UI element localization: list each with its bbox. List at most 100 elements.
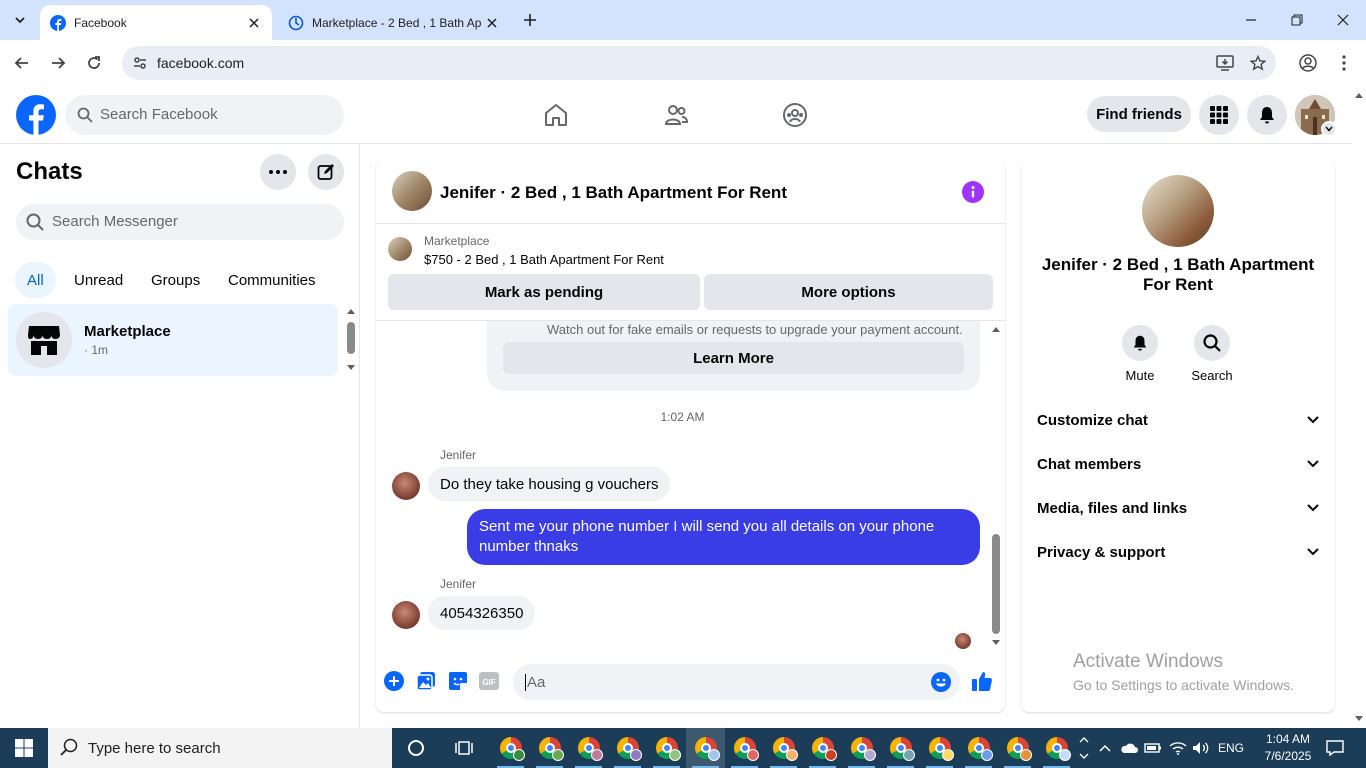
address-bar[interactable]: facebook.com (122, 46, 1276, 80)
filter-groups[interactable]: Groups (139, 262, 212, 298)
profile-button[interactable] (1296, 51, 1320, 75)
back-button[interactable] (10, 51, 34, 75)
taskbar-search-placeholder: Type here to search (88, 740, 221, 757)
taskbar-chrome-2[interactable] (530, 728, 569, 768)
close-tab-icon[interactable] (484, 15, 500, 31)
filter-all[interactable]: All (15, 262, 56, 298)
install-app-icon[interactable] (1213, 51, 1237, 75)
taskbar-chrome-7[interactable] (725, 728, 764, 768)
incoming-message[interactable]: Do they take housing g vouchers (428, 467, 671, 501)
conversation-info-button[interactable] (962, 181, 984, 203)
battery-icon[interactable] (1142, 728, 1164, 768)
filter-communities[interactable]: Communities (216, 262, 328, 298)
filter-unread[interactable]: Unread (62, 262, 135, 298)
like-button[interactable] (970, 669, 994, 693)
taskbar-chrome-8[interactable] (764, 728, 803, 768)
new-message-button[interactable] (308, 154, 344, 190)
restore-button[interactable] (1274, 0, 1320, 40)
emoji-icon[interactable] (931, 672, 951, 692)
close-window-button[interactable] (1320, 0, 1366, 40)
tab-search-button[interactable] (8, 8, 32, 32)
more-actions-button[interactable] (382, 669, 406, 693)
language-indicator[interactable]: ENG (1214, 728, 1248, 768)
facebook-favicon-icon (50, 14, 66, 31)
nav-home[interactable] (540, 100, 572, 130)
reload-button[interactable] (82, 51, 106, 75)
chat-options-button[interactable] (260, 154, 296, 190)
message-scrollbar[interactable] (989, 321, 1003, 651)
volume-icon[interactable] (1190, 728, 1212, 768)
message-composer: GIF Aa (376, 659, 1005, 705)
privacy-support-row[interactable]: Privacy & support (1029, 532, 1327, 572)
sender-name: Jenifer (440, 448, 477, 462)
info-avatar[interactable] (1142, 175, 1214, 247)
taskbar-chrome-3[interactable] (569, 728, 608, 768)
conversation-avatar[interactable] (392, 171, 432, 211)
sender-avatar[interactable] (392, 472, 420, 500)
taskbar-chrome-13[interactable] (959, 728, 998, 768)
taskbar-search-input[interactable]: Type here to search (48, 728, 392, 768)
taskbar-chrome-9[interactable] (803, 728, 842, 768)
site-settings-icon[interactable] (128, 51, 152, 75)
chat-item-marketplace[interactable]: Marketplace · 1m (8, 304, 338, 376)
attach-photo-button[interactable] (414, 669, 438, 693)
sticker-button[interactable] (446, 669, 470, 693)
search-icon (60, 738, 78, 756)
taskbar-chrome-1[interactable] (491, 728, 530, 768)
taskbar-chrome-5[interactable] (647, 728, 686, 768)
facebook-logo[interactable] (16, 95, 56, 135)
wifi-icon[interactable] (1167, 728, 1189, 768)
taskbar-chrome-10[interactable] (842, 728, 881, 768)
close-tab-icon[interactable] (246, 15, 262, 31)
customize-chat-row[interactable]: Customize chat (1029, 400, 1327, 440)
conversation-title[interactable]: Jenifer · 2 Bed , 1 Bath Apartment For R… (440, 183, 787, 203)
menu-button[interactable] (1199, 95, 1239, 135)
learn-more-button[interactable]: Learn More (503, 342, 964, 374)
mute-action[interactable]: Mute (1110, 325, 1170, 383)
gif-button[interactable]: GIF (477, 669, 501, 693)
browser-menu-button[interactable] (1332, 51, 1356, 75)
facebook-search-input[interactable]: Search Facebook (65, 95, 344, 135)
account-caret[interactable] (1321, 121, 1337, 137)
search-messenger-input[interactable]: Search Messenger (16, 204, 344, 240)
minimize-button[interactable] (1228, 0, 1274, 40)
sidebar-scrollbar[interactable] (344, 304, 358, 376)
listing-thumbnail[interactable] (388, 237, 412, 261)
taskbar-chrome-6[interactable] (686, 728, 725, 768)
taskbar-scroll[interactable] (1076, 728, 1092, 768)
cortana-button[interactable] (396, 728, 435, 768)
find-friends-button[interactable]: Find friends (1087, 96, 1191, 132)
onedrive-icon[interactable] (1118, 728, 1140, 768)
show-hidden-icons[interactable] (1096, 728, 1114, 768)
page-scroll-up[interactable] (1352, 86, 1366, 104)
tab-facebook[interactable]: Facebook (40, 5, 272, 40)
new-tab-button[interactable] (518, 8, 542, 32)
taskbar-chrome-15[interactable] (1037, 728, 1076, 768)
bookmark-star-icon[interactable] (1246, 51, 1270, 75)
taskbar-chrome-11[interactable] (881, 728, 920, 768)
search-action[interactable]: Search (1182, 325, 1242, 383)
media-files-links-row[interactable]: Media, files and links (1029, 488, 1327, 528)
page-scroll-down[interactable] (1352, 710, 1366, 728)
nav-friends[interactable] (660, 100, 692, 130)
taskbar-chrome-12[interactable] (920, 728, 959, 768)
start-button[interactable] (0, 728, 48, 768)
forward-button[interactable] (46, 51, 70, 75)
taskbar-chrome-14[interactable] (998, 728, 1037, 768)
incoming-message[interactable]: 4054326350 (428, 596, 536, 630)
more-options-button[interactable]: More options (704, 274, 993, 310)
taskbar-clock[interactable]: 1:04 AM 7/6/2025 (1256, 731, 1320, 765)
outgoing-message[interactable]: Sent me your phone number I will send yo… (467, 509, 980, 565)
taskbar-chrome-4[interactable] (608, 728, 647, 768)
sender-avatar[interactable] (392, 601, 420, 629)
message-input[interactable]: Aa (513, 664, 960, 700)
listing-description[interactable]: $750 - 2 Bed , 1 Bath Apartment For Rent (424, 252, 664, 267)
nav-groups[interactable] (779, 100, 811, 130)
notification-center-button[interactable] (1320, 728, 1350, 768)
chat-members-row[interactable]: Chat members (1029, 444, 1327, 484)
mark-as-pending-button[interactable]: Mark as pending (388, 274, 700, 310)
notifications-button[interactable] (1247, 95, 1287, 135)
tab-marketplace[interactable]: Marketplace - 2 Bed , 1 Bath Ap (278, 5, 510, 40)
task-view-button[interactable] (444, 728, 483, 768)
grid-menu-icon (1210, 106, 1228, 124)
